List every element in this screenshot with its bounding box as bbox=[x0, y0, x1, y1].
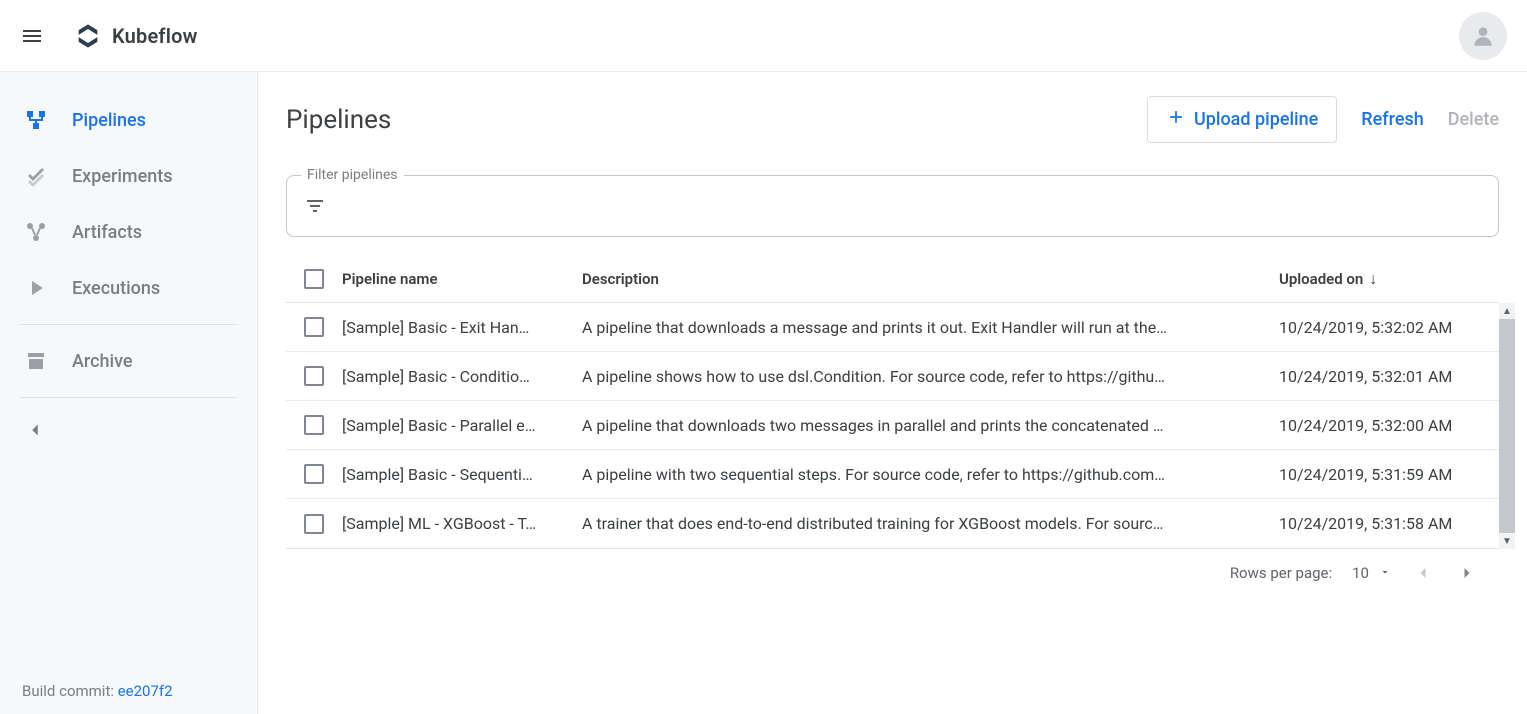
archive-icon bbox=[24, 349, 48, 373]
table-row[interactable]: [Sample] Basic - Parallel e…A pipeline t… bbox=[286, 401, 1499, 450]
title-row: Pipelines Upload pipeline Refresh Delete bbox=[286, 96, 1499, 143]
executions-icon bbox=[24, 276, 48, 300]
sidebar-item-label: Executions bbox=[72, 278, 160, 299]
pipeline-uploaded-cell: 10/24/2019, 5:32:01 AM bbox=[1279, 367, 1499, 386]
pagination: Rows per page: 10 bbox=[286, 549, 1499, 597]
row-checkbox[interactable] bbox=[304, 415, 324, 435]
pipeline-description-cell: A pipeline with two sequential steps. Fo… bbox=[582, 465, 1279, 484]
kubeflow-logo-icon bbox=[74, 22, 102, 50]
sidebar-item-pipelines[interactable]: Pipelines bbox=[0, 92, 257, 148]
sidebar-item-label: Archive bbox=[72, 351, 133, 372]
pipelines-icon bbox=[24, 108, 48, 132]
filter-icon bbox=[303, 194, 327, 218]
pipeline-description-cell: A pipeline that downloads two messages i… bbox=[582, 416, 1279, 435]
col-header-description[interactable]: Description bbox=[582, 270, 1279, 288]
sort-desc-icon: ↓ bbox=[1369, 269, 1377, 288]
plus-icon bbox=[1166, 107, 1186, 132]
sidebar-item-archive[interactable]: Archive bbox=[0, 333, 257, 389]
pipeline-description-cell: A pipeline shows how to use dsl.Conditio… bbox=[582, 367, 1279, 386]
pipeline-uploaded-cell: 10/24/2019, 5:32:00 AM bbox=[1279, 416, 1499, 435]
delete-button: Delete bbox=[1448, 109, 1499, 130]
sidebar-item-label: Experiments bbox=[72, 166, 173, 187]
upload-pipeline-button[interactable]: Upload pipeline bbox=[1147, 96, 1337, 143]
main-content: Pipelines Upload pipeline Refresh Delete… bbox=[258, 72, 1527, 714]
sidebar-item-label: Artifacts bbox=[72, 222, 142, 243]
scroll-up-icon[interactable]: ▲ bbox=[1499, 303, 1515, 319]
table-row[interactable]: [Sample] ML - XGBoost - T…A trainer that… bbox=[286, 499, 1499, 548]
pipeline-description-cell: A pipeline that downloads a message and … bbox=[582, 318, 1279, 337]
sidebar-item-label: Pipelines bbox=[72, 110, 146, 131]
scrollbar-thumb[interactable] bbox=[1499, 319, 1515, 533]
action-bar: Upload pipeline Refresh Delete bbox=[1147, 96, 1499, 143]
pipeline-uploaded-cell: 10/24/2019, 5:32:02 AM bbox=[1279, 318, 1499, 337]
prev-page-button[interactable] bbox=[1411, 561, 1435, 585]
build-commit: Build commit: ee207f2 bbox=[0, 668, 257, 714]
pipeline-name-cell: [Sample] ML - XGBoost - T… bbox=[342, 514, 582, 533]
next-page-button[interactable] bbox=[1455, 561, 1479, 585]
pipeline-name-cell: [Sample] Basic - Sequenti… bbox=[342, 465, 582, 484]
dropdown-icon bbox=[1379, 564, 1391, 582]
select-all-checkbox[interactable] bbox=[304, 269, 324, 289]
hamburger-menu-icon[interactable] bbox=[20, 24, 44, 48]
col-header-name[interactable]: Pipeline name bbox=[342, 270, 582, 288]
row-checkbox[interactable] bbox=[304, 464, 324, 484]
filter-input-container[interactable]: Filter pipelines bbox=[286, 175, 1499, 237]
row-checkbox[interactable] bbox=[304, 366, 324, 386]
pipelines-table: Pipeline name Description Uploaded on↓ [… bbox=[286, 255, 1499, 549]
pipeline-name-cell: [Sample] Basic - Parallel e… bbox=[342, 416, 582, 435]
build-commit-link[interactable]: ee207f2 bbox=[118, 682, 173, 700]
pipeline-name-cell: [Sample] Basic - Exit Han… bbox=[342, 318, 582, 337]
filter-input[interactable] bbox=[339, 197, 1482, 216]
col-header-uploaded[interactable]: Uploaded on↓ bbox=[1279, 269, 1499, 289]
rows-per-page-label: Rows per page: bbox=[1230, 564, 1332, 582]
pipeline-uploaded-cell: 10/24/2019, 5:31:58 AM bbox=[1279, 514, 1499, 533]
pipeline-description-cell: A trainer that does end-to-end distribut… bbox=[582, 514, 1279, 533]
table-row[interactable]: [Sample] Basic - Conditio…A pipeline sho… bbox=[286, 352, 1499, 401]
sidebar-nav: Pipelines Experiments Artifacts Executio… bbox=[0, 72, 257, 454]
brand-name: Kubeflow bbox=[112, 24, 198, 48]
page-title: Pipelines bbox=[286, 105, 391, 135]
experiments-icon bbox=[24, 164, 48, 188]
pipeline-uploaded-cell: 10/24/2019, 5:31:59 AM bbox=[1279, 465, 1499, 484]
sidebar-item-experiments[interactable]: Experiments bbox=[0, 148, 257, 204]
scroll-down-icon[interactable]: ▼ bbox=[1499, 533, 1515, 549]
sidebar-divider bbox=[20, 397, 237, 398]
filter-label: Filter pipelines bbox=[301, 167, 404, 183]
sidebar-item-artifacts[interactable]: Artifacts bbox=[0, 204, 257, 260]
table-body: [Sample] Basic - Exit Han…A pipeline tha… bbox=[286, 303, 1499, 549]
artifacts-icon bbox=[24, 220, 48, 244]
app-header: Kubeflow bbox=[0, 0, 1527, 72]
row-checkbox[interactable] bbox=[304, 317, 324, 337]
user-avatar-icon[interactable] bbox=[1459, 12, 1507, 60]
refresh-button[interactable]: Refresh bbox=[1361, 109, 1423, 130]
pipeline-name-cell: [Sample] Basic - Conditio… bbox=[342, 367, 582, 386]
rows-per-page-select[interactable]: 10 bbox=[1352, 564, 1391, 582]
sidebar: Pipelines Experiments Artifacts Executio… bbox=[0, 72, 258, 714]
sidebar-divider bbox=[20, 324, 237, 325]
table-row[interactable]: [Sample] Basic - Exit Han…A pipeline tha… bbox=[286, 303, 1499, 352]
row-checkbox[interactable] bbox=[304, 514, 324, 534]
table-header: Pipeline name Description Uploaded on↓ bbox=[286, 255, 1499, 303]
collapse-sidebar-button[interactable] bbox=[0, 406, 257, 454]
scrollbar[interactable]: ▲ ▼ bbox=[1499, 303, 1515, 549]
table-row[interactable]: [Sample] Basic - Sequenti…A pipeline wit… bbox=[286, 450, 1499, 499]
brand: Kubeflow bbox=[74, 22, 198, 50]
sidebar-item-executions[interactable]: Executions bbox=[0, 260, 257, 316]
